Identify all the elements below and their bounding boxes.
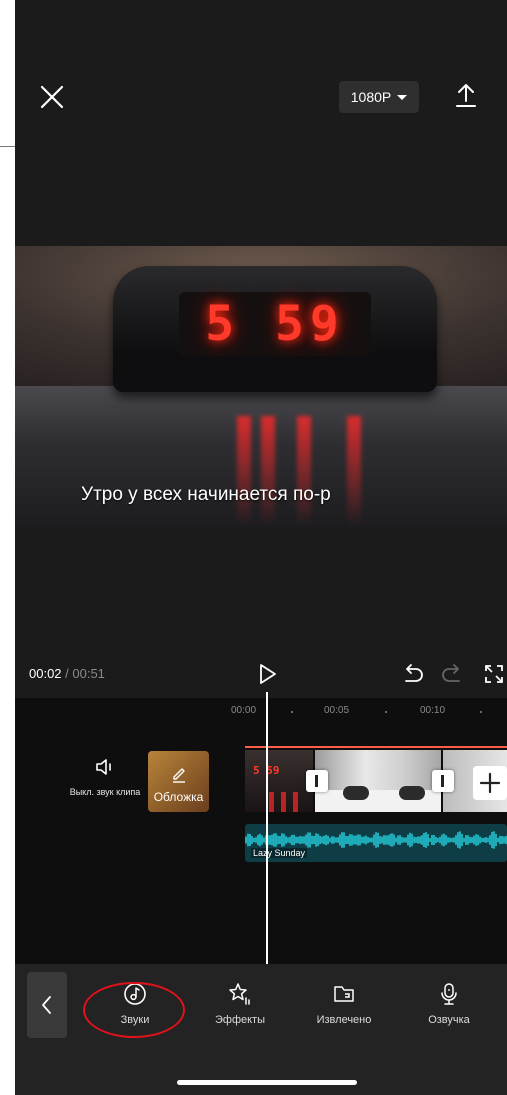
side-divider-line: [0, 146, 16, 147]
play-icon: [260, 664, 276, 684]
folder-icon: [334, 986, 354, 1002]
close-button[interactable]: [39, 84, 65, 110]
export-button[interactable]: [454, 81, 478, 109]
redo-icon: [442, 664, 460, 682]
speaker-icon: [96, 759, 111, 775]
microphone-icon: [441, 983, 457, 1005]
fullscreen-icon: [485, 665, 503, 683]
ruler-dot: [480, 711, 482, 713]
clock-display: 5 59: [179, 292, 371, 356]
resolution-label: 1080P: [350, 89, 392, 105]
close-icon: [40, 85, 64, 109]
playhead[interactable]: [266, 692, 268, 964]
undo-button[interactable]: [402, 664, 424, 684]
caret-down-icon: [397, 94, 408, 100]
audio-track[interactable]: Lazy Sunday: [245, 824, 507, 862]
led-reflection: [347, 416, 361, 526]
video-clip-strip[interactable]: 5 59: [245, 746, 507, 814]
redo-button[interactable]: [441, 664, 463, 684]
bottom-toolbar: Звуки Эффекты Извлечено Озвучка: [15, 964, 507, 1095]
ruler-dot: [385, 711, 387, 713]
video-preview[interactable]: 5 59 Утро у всех начинается по-р: [15, 246, 507, 530]
chevron-left-icon: [42, 996, 51, 1014]
tool-effects[interactable]: Эффекты: [195, 982, 285, 1026]
cover-label: Обложка: [153, 790, 204, 804]
video-editor-screen: 1080P 5 59 Утро у всех начинается по-р 0…: [15, 0, 507, 1095]
led-reflection: [297, 416, 311, 526]
clip-thumbnail-reflection: [281, 792, 286, 812]
home-indicator[interactable]: [177, 1080, 357, 1085]
upload-icon: [456, 84, 476, 107]
resolution-selector[interactable]: 1080P: [339, 81, 419, 113]
tool-voiceover[interactable]: Озвучка: [404, 982, 494, 1026]
clip-thumbnail-reflection: [293, 792, 298, 812]
undo-icon: [405, 664, 423, 682]
tool-label: Извлечено: [316, 1014, 372, 1026]
tool-label: Эффекты: [214, 1014, 265, 1026]
transition-button[interactable]: [306, 770, 328, 792]
ruler-label: 00:00: [231, 705, 257, 716]
clip-thumbnail-reflection: [269, 792, 274, 812]
play-button[interactable]: [258, 663, 278, 685]
star-sparkle-icon: [229, 983, 250, 1005]
audio-track-label: Lazy Sunday: [251, 848, 308, 858]
alarm-clock-image: 5 59: [113, 266, 437, 392]
add-clip-button[interactable]: [473, 766, 507, 800]
clock-digits: 5 59: [205, 296, 345, 352]
current-time: 00:02: [29, 666, 62, 681]
total-time: / 00:51: [61, 666, 105, 681]
transition-button[interactable]: [432, 770, 454, 792]
plus-icon: [479, 772, 501, 794]
back-button[interactable]: [27, 972, 67, 1038]
ruler-label: 00:05: [324, 705, 350, 716]
video-clip[interactable]: 5 59: [245, 750, 313, 812]
sounds-highlight-annotation: [83, 982, 185, 1038]
clip-thumbnail-figure: [343, 786, 369, 800]
mute-clip-label: Выкл. звук клипа: [69, 787, 141, 797]
timeline-panel[interactable]: 00:00 00:05 00:10 Выкл. звук клипа Облож…: [15, 698, 507, 964]
ruler-dot: [291, 711, 293, 713]
cover-button[interactable]: Обложка: [148, 751, 209, 812]
tool-extracted[interactable]: Извлечено: [299, 982, 389, 1026]
tool-label: Озвучка: [428, 1014, 470, 1026]
playback-time: 00:02 / 00:51: [29, 666, 105, 681]
clip-thumbnail-figure: [399, 786, 425, 800]
video-subtitle: Утро у всех начинается по-р: [81, 484, 331, 505]
pencil-icon: [173, 768, 185, 783]
mute-clip-button[interactable]: Выкл. звук клипа: [65, 758, 145, 798]
ruler-label: 00:10: [420, 705, 446, 716]
led-reflection: [261, 416, 275, 526]
video-clip[interactable]: [315, 750, 441, 812]
led-reflection: [237, 416, 251, 526]
fullscreen-button[interactable]: [484, 664, 504, 684]
